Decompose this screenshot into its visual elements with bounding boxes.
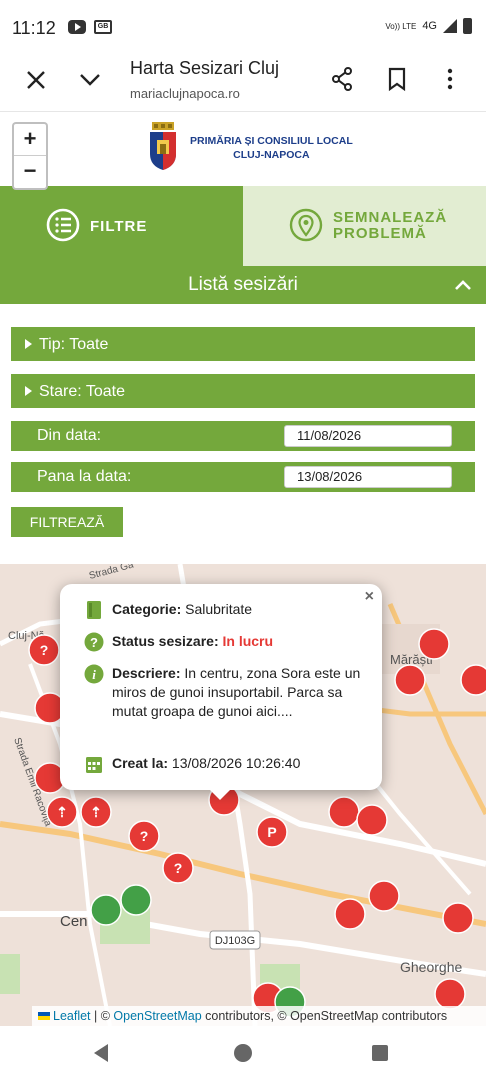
map-marker[interactable] xyxy=(334,898,366,930)
popup-tip xyxy=(208,788,232,800)
svg-text:?: ? xyxy=(174,860,183,876)
bookmark-icon[interactable] xyxy=(386,66,408,92)
chevron-down-icon[interactable] xyxy=(78,68,102,92)
site-logo-text: PRIMĂRIA ȘI CONSILIUL LOCAL CLUJ-NAPOCA xyxy=(190,135,353,161)
location-pin-icon xyxy=(289,208,323,242)
filter-status[interactable]: Stare: Toate xyxy=(11,374,475,408)
chevron-up-icon[interactable] xyxy=(454,276,472,294)
tab-filters[interactable]: FILTRE xyxy=(0,186,243,266)
network-type: 4G xyxy=(422,20,437,32)
status-bar: 11:12 GB Vo)) LTE 4G xyxy=(0,0,486,54)
map-marker[interactable] xyxy=(394,664,426,696)
caret-right-icon xyxy=(25,339,32,349)
issue-list-bar[interactable]: Listă sesizări xyxy=(0,266,486,304)
zoom-out-button[interactable]: − xyxy=(14,156,46,188)
system-nav-bar xyxy=(0,1026,486,1080)
signal-icon xyxy=(443,19,457,33)
battery-icon xyxy=(463,18,472,34)
map-marker[interactable] xyxy=(418,628,450,660)
volte-indicator: Vo)) LTE xyxy=(385,21,417,31)
issue-list-title: Listă sesizări xyxy=(188,274,298,295)
tab-report-label: SEMNALEAZĂ PROBLEMĂ xyxy=(333,209,448,242)
popup-status: Status sesizare: In lucru xyxy=(112,633,274,649)
calendar-icon xyxy=(86,757,102,773)
svg-text:i: i xyxy=(92,667,96,682)
youtube-icon xyxy=(68,20,86,34)
svg-text:P: P xyxy=(267,824,276,840)
close-icon[interactable] xyxy=(24,68,48,92)
status-badge: In lucru xyxy=(222,633,274,649)
map-label-gheorgheni: Gheorghe xyxy=(400,959,462,975)
ukraine-flag-icon xyxy=(38,1012,50,1020)
caret-right-icon xyxy=(25,386,32,396)
popup-category: Categorie: Salubritate xyxy=(112,601,253,617)
date-from-label: Din data: xyxy=(37,427,102,444)
zoom-control: + − xyxy=(12,122,48,190)
browser-toolbar: Harta Sesizari Cluj mariaclujnapoca.ro xyxy=(0,54,486,112)
svg-text:?: ? xyxy=(90,635,98,650)
date-from-input[interactable]: 11/08/2026 xyxy=(284,425,452,447)
map-marker-green[interactable] xyxy=(90,894,122,926)
svg-text:⇡: ⇡ xyxy=(90,804,102,820)
svg-text:DJ103G: DJ103G xyxy=(215,935,255,947)
filter-type-label: Tip: Toate xyxy=(39,336,109,353)
more-options-icon[interactable] xyxy=(440,66,460,92)
recent-apps-icon[interactable] xyxy=(372,1045,388,1061)
filter-submit-button[interactable]: FILTREAZĂ xyxy=(11,507,123,537)
home-icon[interactable] xyxy=(234,1044,252,1062)
date-to-row: Pana la data: 13/08/2026 xyxy=(11,462,475,492)
city-crest-logo xyxy=(150,122,176,170)
svg-text:?: ? xyxy=(140,828,149,844)
map-marker[interactable] xyxy=(368,880,400,912)
tab-report-problem[interactable]: SEMNALEAZĂ PROBLEMĂ xyxy=(243,186,486,266)
popup-close-button[interactable]: × xyxy=(365,588,374,606)
map-marker[interactable] xyxy=(460,664,486,696)
date-from-row: Din data: 11/08/2026 xyxy=(11,421,475,451)
svg-text:⇡: ⇡ xyxy=(56,804,68,820)
map-marker[interactable] xyxy=(328,796,360,828)
info-icon: i xyxy=(84,664,104,684)
map-marker-green[interactable] xyxy=(120,884,152,916)
zoom-in-button[interactable]: + xyxy=(14,124,46,156)
main-tabs: FILTRE SEMNALEAZĂ PROBLEMĂ xyxy=(0,186,486,266)
map-marker[interactable] xyxy=(356,804,388,836)
question-icon: ? xyxy=(84,632,104,652)
popup-created: Creat la: 13/08/2026 10:26:40 xyxy=(112,755,301,771)
filter-status-label: Stare: Toate xyxy=(39,383,125,400)
map-marker[interactable] xyxy=(442,902,474,934)
map-marker[interactable] xyxy=(434,978,466,1010)
status-time: 11:12 xyxy=(12,18,56,38)
tab-filters-label: FILTRE xyxy=(90,218,148,235)
road-badge-dj103g: DJ103G xyxy=(209,930,261,950)
map-label-centru: Cen xyxy=(60,913,88,930)
back-icon[interactable] xyxy=(94,1044,108,1062)
leaflet-link[interactable]: Leaflet xyxy=(53,1009,91,1023)
date-to-label: Pana la data: xyxy=(37,468,132,485)
page-title: Harta Sesizari Cluj xyxy=(130,58,280,78)
issue-popup: × Categorie: Salubritate ? Status sesiza… xyxy=(60,584,382,790)
popup-description: Descriere: In centru, zona Sora este un … xyxy=(112,665,361,719)
date-to-input[interactable]: 13/08/2026 xyxy=(284,466,452,488)
list-icon xyxy=(46,208,80,242)
svg-text:?: ? xyxy=(40,642,49,658)
osm-link[interactable]: OpenStreetMap xyxy=(113,1009,201,1023)
share-icon[interactable] xyxy=(330,66,354,92)
book-icon xyxy=(87,601,101,619)
page-url[interactable]: mariaclujnapoca.ro xyxy=(130,86,240,101)
gallery-icon: GB xyxy=(94,20,112,34)
map-attribution: Leaflet | © OpenStreetMap contributors, … xyxy=(32,1006,486,1026)
filter-type[interactable]: Tip: Toate xyxy=(11,327,475,361)
